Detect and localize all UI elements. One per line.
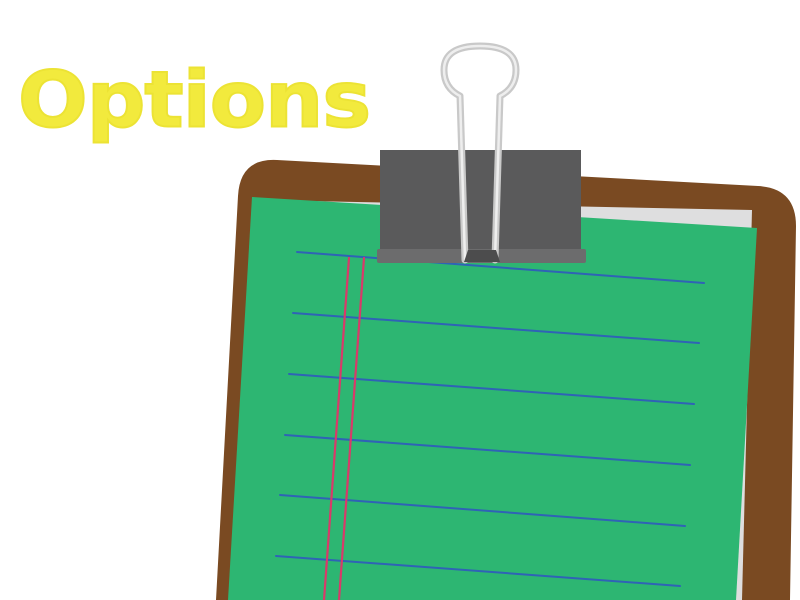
clipboard-illustration xyxy=(216,42,796,600)
options-screen: Options xyxy=(0,0,800,600)
binder-clip-notch xyxy=(464,250,500,262)
binder-clip-body xyxy=(380,150,581,250)
binder-clip-icon xyxy=(377,42,586,264)
